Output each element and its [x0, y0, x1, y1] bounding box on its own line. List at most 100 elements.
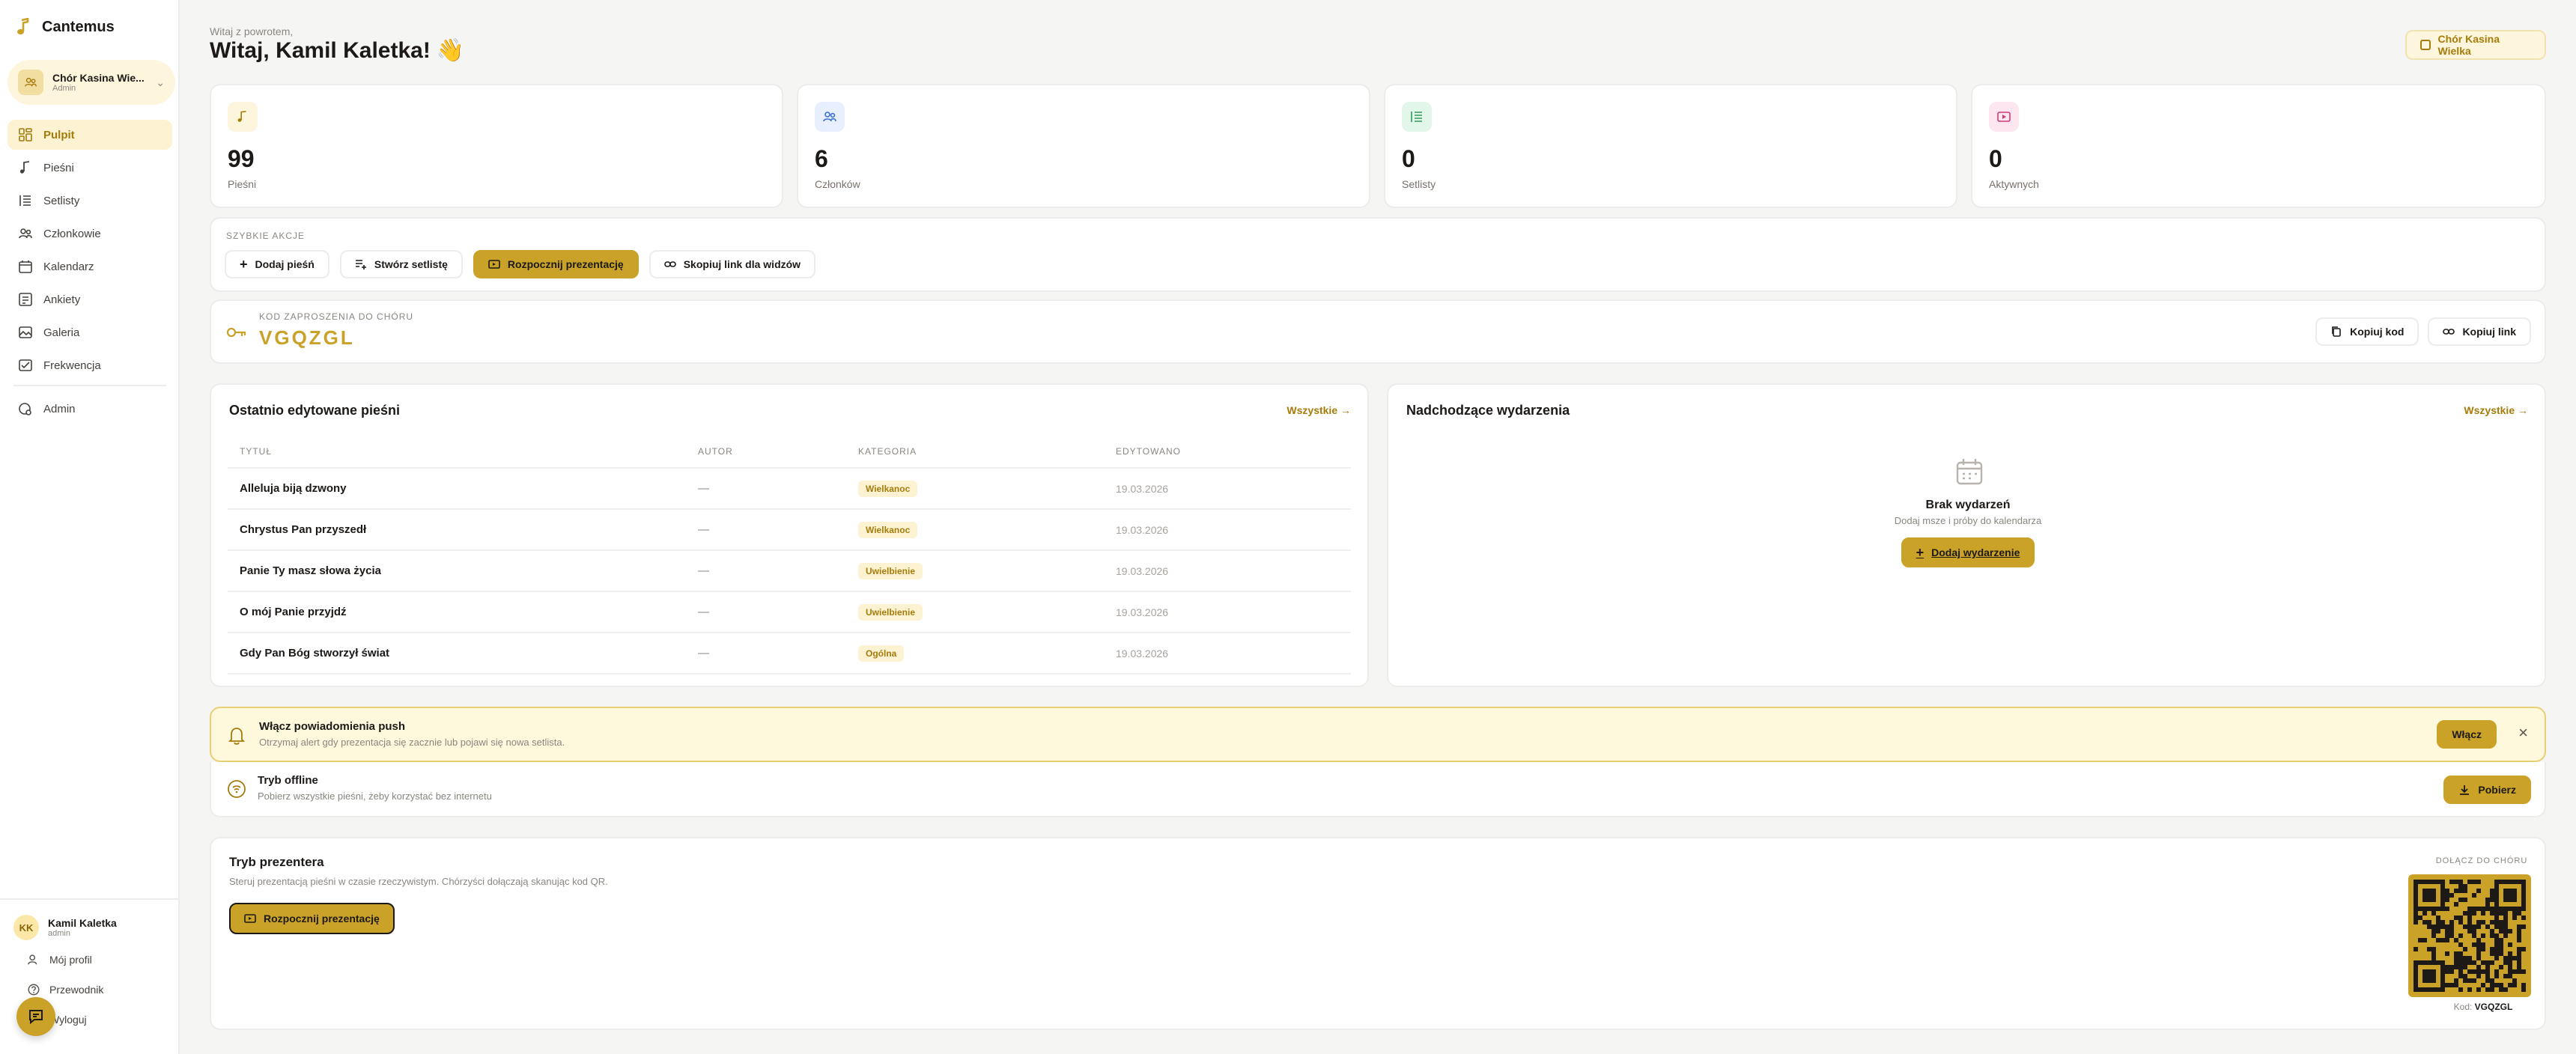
choir-badge[interactable]: Chór Kasina Wielka	[2405, 30, 2546, 60]
create-setlist-button[interactable]: Stwórz setlistę	[339, 250, 463, 278]
chat-button[interactable]	[16, 997, 55, 1036]
nav-item-piesni[interactable]: Pieśni	[7, 153, 172, 183]
table-row[interactable]: Chrystus Pan przyszedł — Wielkanoc 19.03…	[228, 510, 1351, 551]
dashboard-icon	[19, 128, 32, 141]
add-song-button[interactable]: + Dodaj pieśń	[225, 250, 329, 278]
user-icon	[28, 954, 37, 965]
song-author: —	[698, 564, 709, 577]
nav-label: Członkowie	[43, 227, 101, 240]
category-badge: Uwielbienie	[858, 562, 923, 579]
copy-viewer-link-button[interactable]: Skopiuj link dla widzów	[648, 250, 816, 278]
offline-title: Tryb offline	[258, 774, 318, 787]
stat-label: Aktywnych	[1989, 178, 2039, 190]
button-label: Rozpocznij prezentację	[264, 913, 380, 924]
button-label: Pobierz	[2478, 784, 2516, 796]
table-header: Tytuł Autor Kategoria Edytowano	[228, 436, 1351, 469]
quick-actions-label: Szybkie akcje	[226, 231, 306, 241]
download-offline-button[interactable]: Pobierz	[2443, 776, 2531, 804]
stat-card-setlists[interactable]: 0 Setlisty	[1384, 84, 1957, 208]
invite-code-value: VGQZGL	[259, 326, 355, 349]
recent-songs-title: Ostatnio edytowane pieśni	[229, 403, 401, 418]
song-title: Panie Ty masz słowa życia	[240, 564, 381, 577]
presenter-code: VGQZGL	[2474, 1002, 2513, 1012]
offline-banner: Tryb offline Pobierz wszystkie pieśni, ż…	[210, 762, 2546, 817]
nav-item-kalendarz[interactable]: Kalendarz	[7, 252, 172, 281]
nav-item-galeria[interactable]: Galeria	[7, 317, 172, 347]
page-title: Witaj, Kamil Kaletka! 👋	[210, 37, 464, 64]
stat-card-active[interactable]: 0 Aktywnych	[1971, 84, 2546, 208]
nav-label: Admin	[43, 402, 76, 415]
enable-push-button[interactable]: Włącz	[2437, 720, 2497, 749]
avatar: KK	[13, 915, 39, 940]
presenter-start-button[interactable]: Rozpocznij prezentację	[229, 903, 395, 934]
table-row[interactable]: Alleluja biją dzwony — Wielkanoc 19.03.2…	[228, 469, 1351, 510]
nav-item-setlisty[interactable]: Setlisty	[7, 186, 172, 216]
nav-item-frekwencja[interactable]: Frekwencja	[7, 350, 172, 380]
attendance-icon	[19, 359, 32, 371]
song-author: —	[698, 606, 709, 618]
music-note-icon	[228, 102, 258, 132]
stat-value: 99	[228, 145, 255, 172]
choir-name: Chór Kasina Wie...	[52, 72, 145, 84]
code-label: Kod:	[2453, 1002, 2473, 1012]
link-icon	[663, 261, 676, 267]
presenter-subtitle: Steruj prezentacją pieśni w czasie rzecz…	[229, 876, 608, 887]
button-label: Stwórz setlistę	[374, 258, 448, 270]
music-note-icon	[19, 161, 30, 174]
song-title: Gdy Pan Bóg stworzył świat	[240, 647, 390, 659]
nav-item-admin[interactable]: Admin	[7, 394, 172, 424]
empty-events-subtitle: Dodaj msze i próby do kalendarza	[1894, 515, 2042, 526]
welcome-subtitle: Witaj z powrotem,	[210, 25, 294, 37]
calendar-icon	[1956, 459, 1983, 485]
nav-label: Pulpit	[43, 128, 75, 141]
button-label: Skopiuj link dla widzów	[683, 258, 801, 270]
table-row[interactable]: Gdy Pan Bóg stworzył świat — Ogólna 19.0…	[228, 633, 1351, 674]
button-label: Włącz	[2452, 728, 2482, 740]
choir-square-icon	[2420, 40, 2431, 50]
gallery-icon	[19, 326, 32, 338]
table-row[interactable]: Panie Ty masz słowa życia — Uwielbienie …	[228, 551, 1351, 592]
nav-label: Pieśni	[43, 161, 74, 174]
upcoming-events-card: Nadchodzące wydarzenia Wszystkie → Brak …	[1387, 383, 2546, 687]
song-author: —	[698, 482, 709, 495]
stat-value: 0	[1989, 145, 2002, 172]
stat-card-members[interactable]: 6 Członków	[797, 84, 1370, 208]
list-icon	[19, 195, 31, 206]
link-icon	[2443, 329, 2455, 335]
help-icon	[28, 984, 40, 996]
close-icon[interactable]: ×	[2518, 723, 2528, 743]
download-icon	[2460, 785, 2470, 795]
column-header: Kategoria	[858, 446, 917, 457]
page-title-text: Witaj, Kamil Kaletka!	[210, 37, 431, 63]
nav-item-ankiety[interactable]: Ankiety	[7, 284, 172, 314]
copy-link-button[interactable]: Kopiuj link	[2428, 317, 2531, 346]
copy-code-button[interactable]: Kopiuj kod	[2315, 317, 2419, 346]
edited-date: 19.03.2026	[1116, 647, 1169, 659]
stat-label: Członków	[815, 178, 860, 190]
upcoming-events-all-link[interactable]: Wszystkie →	[2464, 404, 2528, 416]
my-profile-link[interactable]: Mój profil	[0, 945, 180, 975]
brand[interactable]: Cantemus	[16, 18, 115, 36]
stat-label: Setlisty	[1402, 178, 1436, 190]
choir-avatar	[18, 70, 43, 95]
table-row[interactable]: O mój Panie przyjdź — Uwielbienie 19.03.…	[228, 592, 1351, 633]
column-header: Autor	[698, 446, 733, 457]
song-title: Alleluja biją dzwony	[240, 482, 347, 495]
sidebar: Cantemus Chór Kasina Wie... Admin ⌄ Pulp…	[0, 0, 180, 1054]
stat-card-songs[interactable]: 99 Pieśni	[210, 84, 783, 208]
recent-songs-card: Ostatnio edytowane pieśni Wszystkie → Ty…	[210, 383, 1369, 687]
plus-icon: +	[240, 256, 248, 272]
start-presentation-button[interactable]: Rozpocznij prezentację	[473, 250, 639, 278]
presenter-title: Tryb prezentera	[229, 855, 324, 869]
button-label: Kopiuj kod	[2350, 326, 2405, 338]
recent-songs-all-link[interactable]: Wszystkie →	[1287, 404, 1351, 416]
nav-item-pulpit[interactable]: Pulpit	[7, 120, 172, 150]
nav-label: Frekwencja	[43, 359, 101, 372]
users-icon	[815, 102, 845, 132]
presentation-icon	[1989, 102, 2019, 132]
stat-value: 0	[1402, 145, 1415, 172]
nav-item-czlonkowie[interactable]: Członkowie	[7, 219, 172, 249]
add-event-button[interactable]: + Dodaj wydarzenie	[1901, 537, 2035, 567]
choir-selector[interactable]: Chór Kasina Wie... Admin ⌄	[7, 60, 175, 105]
qr-code[interactable]	[2408, 874, 2531, 997]
